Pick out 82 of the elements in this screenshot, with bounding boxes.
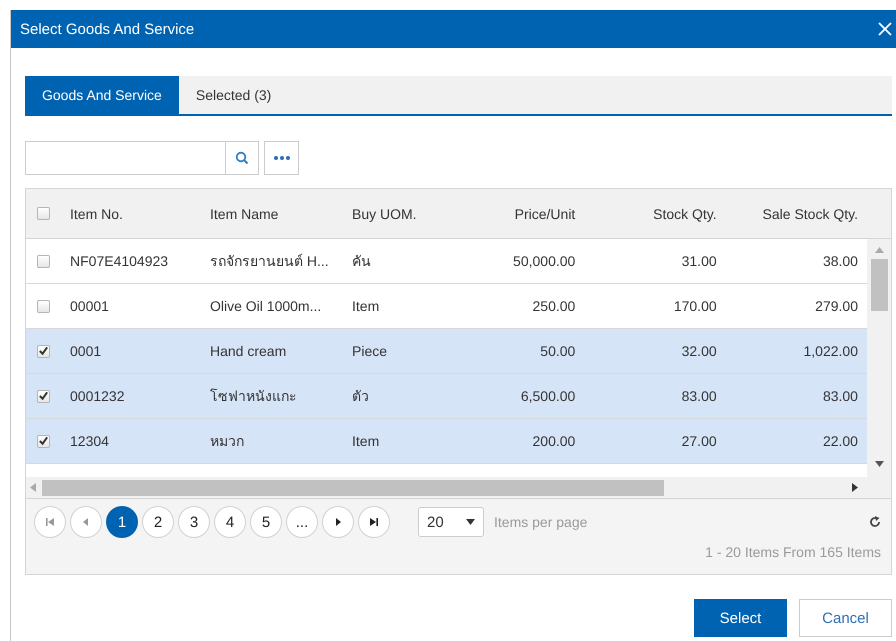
caret-icon: [466, 519, 475, 525]
checkbox[interactable]: [37, 390, 50, 402]
search-icon: [235, 151, 249, 165]
table-cell-text: 1,022.00: [802, 343, 859, 359]
table-cell-text: 50.00: [539, 343, 576, 359]
table-cell-text: รถจักรยานยนต์ H...: [209, 252, 330, 271]
table-cell-text: 250.00: [532, 298, 576, 314]
close-icon[interactable]: [878, 22, 892, 36]
select-button[interactable]: Select: [694, 599, 787, 637]
last-page-button[interactable]: [358, 506, 390, 538]
table-cell-text: NF07E4104923: [69, 253, 170, 269]
table-cell-text: คัน: [351, 252, 372, 271]
table-cell-text: 6,500.00: [520, 388, 576, 404]
column-header: Stock Qty.: [652, 206, 718, 222]
first-page-button[interactable]: [34, 506, 66, 538]
column-header: Price/Unit: [514, 206, 576, 222]
table-cell-text: 32.00: [680, 343, 718, 359]
page-button[interactable]: 5: [250, 506, 282, 538]
more-button[interactable]: [264, 141, 299, 175]
column-header: Buy UOM.: [351, 206, 418, 222]
scroll-thumb[interactable]: [870, 259, 888, 311]
table-cell-text: Item: [351, 433, 380, 449]
table-cell-text: 31.00: [680, 253, 718, 269]
table-cell-text: 27.00: [680, 433, 718, 449]
page-button[interactable]: 2: [142, 506, 174, 538]
page-button[interactable]: ...: [286, 506, 318, 538]
down-arrow-icon: [874, 461, 884, 467]
scroll-thumb[interactable]: [42, 480, 664, 496]
refresh-icon[interactable]: [869, 516, 881, 528]
column-header: Item Name: [209, 206, 280, 222]
up-arrow-icon: [874, 247, 884, 253]
page-button[interactable]: 4: [214, 506, 246, 538]
checkbox[interactable]: [37, 207, 50, 220]
vertical-scrollbar[interactable]: [867, 239, 891, 477]
checkbox[interactable]: [37, 344, 50, 358]
checkbox[interactable]: [37, 254, 50, 268]
page-size-value: 20: [427, 514, 444, 530]
tab[interactable]: Goods And Service: [25, 76, 179, 114]
table-cell-text: 38.00: [822, 253, 859, 269]
table-cell-text: 0001: [69, 343, 102, 359]
table-cell-text: 170.00: [672, 298, 718, 314]
cancel-button[interactable]: Cancel: [799, 599, 892, 637]
table-cell-text: 22.00: [822, 433, 859, 449]
horizontal-scrollbar[interactable]: [26, 477, 891, 498]
column-header: Item No.: [69, 206, 124, 222]
skip-back-icon: [45, 517, 55, 527]
tab[interactable]: Selected (3): [178, 76, 288, 114]
table-row[interactable]: 12304 หมวก Item 200.00 27.00 22.00: [26, 419, 867, 464]
page-size-label: Items per page: [494, 514, 588, 530]
table-cell-text: 279.00: [814, 298, 859, 314]
left-arrow-icon: [30, 483, 36, 492]
search-field[interactable]: [25, 141, 259, 175]
table-cell-text: 00001: [69, 298, 110, 314]
table-cell-text: 12304: [69, 433, 110, 449]
page-button[interactable]: 3: [178, 506, 210, 538]
right-triangle-icon: [333, 517, 343, 527]
column-header: Sale Stock Qty.: [762, 206, 859, 222]
table-cell-text: โซฟาหนังแกะ: [209, 387, 298, 406]
more-icon: [274, 156, 290, 160]
page-size-dropdown[interactable]: 20: [418, 507, 484, 537]
table-cell-text: 83.00: [822, 388, 859, 404]
table-cell-text: ตัว: [351, 387, 370, 406]
left-triangle-icon: [81, 517, 91, 527]
table-cell-text: Piece: [351, 343, 388, 359]
table-cell-text: Hand cream: [209, 343, 288, 359]
skip-forward-icon: [369, 517, 379, 527]
checkbox[interactable]: [37, 434, 50, 448]
table-cell-text: 200.00: [532, 433, 576, 449]
page-button[interactable]: 1: [106, 506, 138, 538]
table-cell-text: Olive Oil 1000m...: [209, 298, 322, 314]
page-summary: 1 - 20 Items From 165 Items: [704, 544, 881, 560]
table-row[interactable]: 0001 Hand cream Piece 50.00 32.00 1,022.00: [26, 329, 867, 374]
table-cell-text: 50,000.00: [512, 253, 576, 269]
table-cell-text: 0001232: [69, 388, 126, 404]
window-title: Select Goods And Service: [20, 20, 194, 38]
right-arrow-icon: [852, 483, 858, 492]
table-row[interactable]: 0001232 โซฟาหนังแกะ ตัว 6,500.00 83.00 83.00: [26, 374, 867, 419]
previous-page-button[interactable]: [70, 506, 102, 538]
table-cell-text: 83.00: [680, 388, 718, 404]
table-cell-text: หมวก: [209, 432, 245, 451]
checkbox[interactable]: [37, 300, 50, 312]
table-cell-text: Item: [351, 298, 380, 314]
